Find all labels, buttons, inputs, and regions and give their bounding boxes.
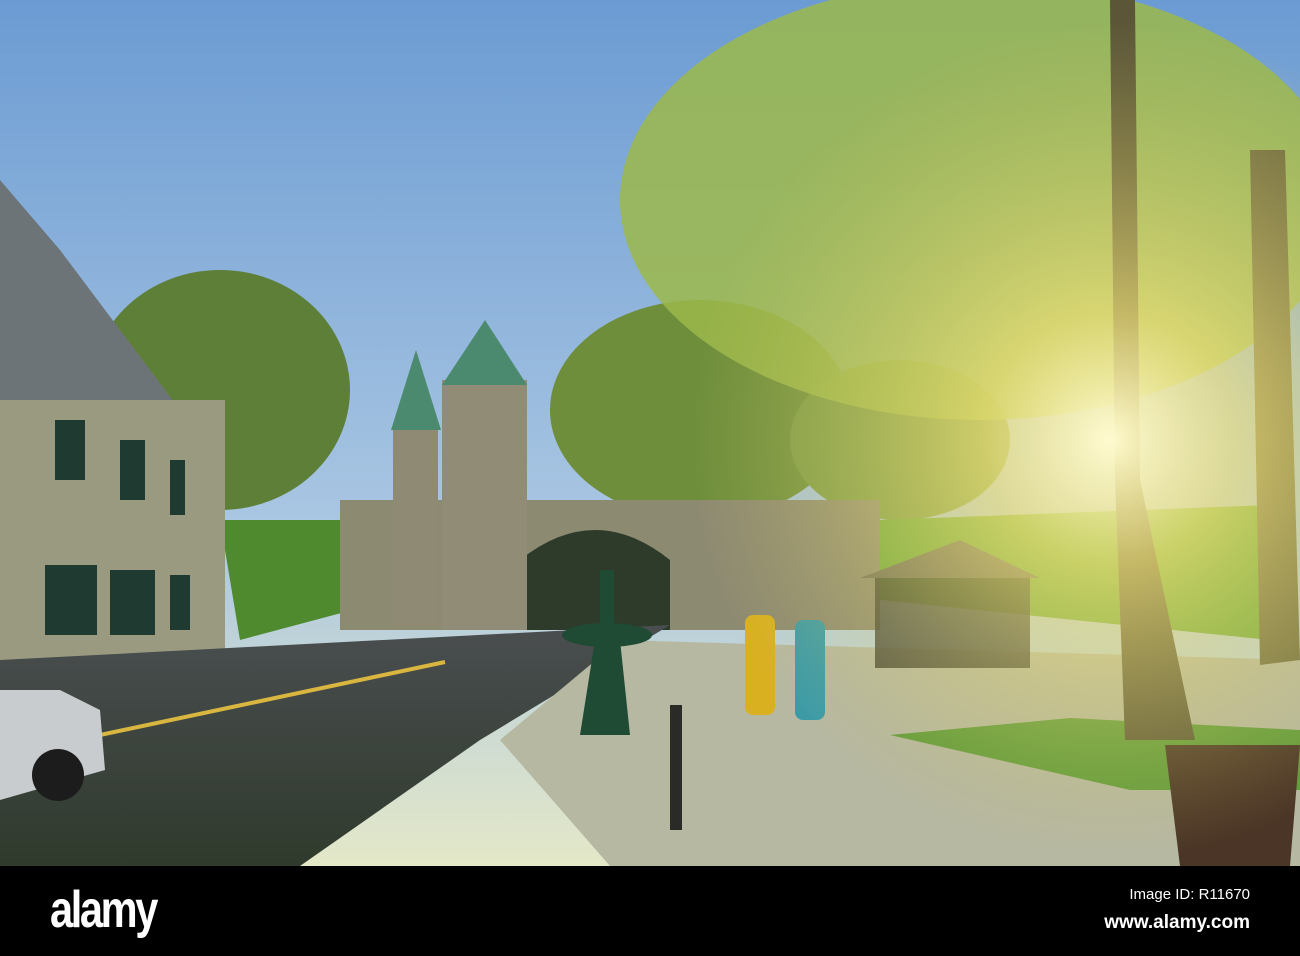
image-id: Image ID: R11670: [1129, 886, 1250, 903]
sunlight-glow: [0, 0, 1300, 866]
watermark-bar: alamy Image ID: R11670 www.alamy.com: [0, 866, 1300, 956]
site-url: www.alamy.com: [1104, 912, 1250, 933]
alamy-logo: alamy: [50, 881, 158, 939]
photo: [0, 0, 1300, 866]
